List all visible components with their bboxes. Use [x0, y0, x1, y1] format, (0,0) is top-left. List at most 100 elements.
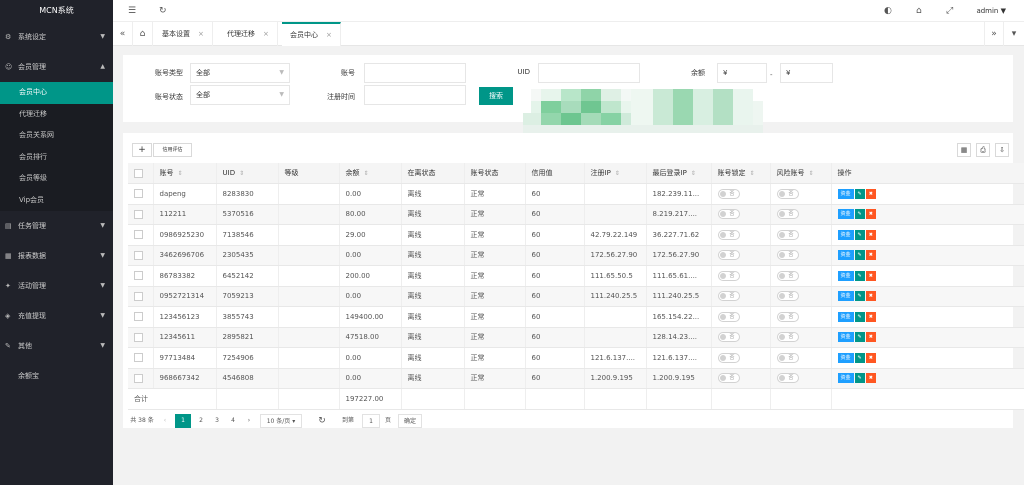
row-select-cell[interactable] [128, 347, 154, 369]
account-input[interactable] [364, 63, 466, 83]
edit-icon[interactable]: ✎ [854, 250, 865, 261]
sidebar-group-yuebao[interactable]: 余额宝 [0, 361, 113, 391]
row-checkbox[interactable] [134, 209, 143, 219]
print-icon[interactable]: ⎙ [976, 143, 990, 157]
reg-time-input[interactable] [364, 85, 466, 105]
risk-account-toggle[interactable]: 否 [776, 188, 799, 199]
edit-icon[interactable]: ✎ [854, 229, 865, 240]
select-all-checkbox[interactable] [134, 168, 143, 178]
balance-max-input[interactable]: ¥ [780, 63, 833, 83]
risk-account-toggle[interactable]: 否 [776, 250, 799, 261]
fullscreen-icon[interactable]: ⤢ [946, 0, 953, 22]
account-lock-toggle[interactable]: 否 [717, 332, 740, 343]
delete-icon[interactable]: ✖ [865, 373, 876, 384]
delete-icon[interactable]: ✖ [865, 229, 876, 240]
menu-toggle-icon[interactable]: ☰ [128, 0, 136, 22]
sort-icon[interactable]: ⇕ [364, 170, 369, 177]
close-icon[interactable]: × [326, 31, 332, 39]
column-header[interactable]: 账号锁定 ⇕ [711, 163, 771, 184]
user-menu[interactable]: admin ▼ [976, 0, 1006, 22]
risk-account-toggle[interactable]: 否 [776, 373, 799, 384]
sidebar-item-vip-member[interactable]: Vip会员 [0, 190, 113, 212]
sort-icon[interactable]: ⇕ [239, 170, 244, 177]
page-size-select[interactable]: 10 条/页 ▾ [260, 414, 302, 428]
row-select-cell[interactable] [128, 183, 154, 205]
risk-account-toggle[interactable]: 否 [776, 332, 799, 343]
fund-button[interactable]: 资金 [837, 209, 854, 220]
page-3[interactable]: 3 [210, 414, 224, 428]
account-type-select[interactable]: 全部 ▼ [190, 63, 290, 83]
row-select-cell[interactable] [128, 306, 154, 328]
credit-assessment-button[interactable]: 信用评估 [153, 143, 192, 157]
fund-button[interactable]: 资金 [837, 188, 854, 199]
delete-icon[interactable]: ✖ [865, 352, 876, 363]
delete-icon[interactable]: ✖ [865, 291, 876, 302]
sidebar-group-other[interactable]: ✎ 其他 ▼ [0, 331, 113, 361]
close-icon[interactable]: × [263, 30, 269, 38]
tabs-scroll-right-icon[interactable]: » [984, 22, 1004, 46]
edit-icon[interactable]: ✎ [854, 311, 865, 322]
sidebar-group-activities[interactable]: ✦ 活动管理 ▼ [0, 271, 113, 301]
row-checkbox[interactable] [134, 353, 143, 363]
delete-icon[interactable]: ✖ [865, 209, 876, 220]
fund-button[interactable]: 资金 [837, 250, 854, 261]
sidebar-group-tasks[interactable]: ▤ 任务管理 ▼ [0, 211, 113, 241]
theme-icon[interactable]: ◐ [884, 0, 892, 22]
risk-account-toggle[interactable]: 否 [776, 352, 799, 363]
row-select-cell[interactable] [128, 286, 154, 307]
sidebar-group-system[interactable]: ⚙ 系统设定 ▼ [0, 22, 113, 52]
row-select-cell[interactable] [128, 245, 154, 266]
page-1[interactable]: 1 [175, 414, 191, 428]
sidebar-item-member-center[interactable]: 会员中心 [0, 82, 113, 104]
fund-button[interactable]: 资金 [837, 229, 854, 240]
row-checkbox[interactable] [134, 230, 143, 240]
row-select-cell[interactable] [128, 327, 154, 348]
edit-icon[interactable]: ✎ [854, 291, 865, 302]
risk-account-toggle[interactable]: 否 [776, 291, 799, 302]
sort-icon[interactable]: ⇕ [178, 170, 183, 177]
column-header[interactable]: 注册IP ⇕ [584, 163, 647, 184]
page-4[interactable]: 4 [226, 414, 240, 428]
row-checkbox[interactable] [134, 332, 143, 342]
risk-account-toggle[interactable]: 否 [776, 209, 799, 220]
sort-icon[interactable]: ⇕ [750, 170, 755, 177]
sort-icon[interactable]: ⇕ [615, 170, 620, 177]
tab-agent-migration[interactable]: 代理迁移 × [219, 22, 278, 46]
select-all-cell[interactable] [128, 163, 154, 184]
account-lock-toggle[interactable]: 否 [717, 291, 740, 302]
edit-icon[interactable]: ✎ [854, 209, 865, 220]
row-checkbox[interactable] [134, 271, 143, 281]
account-lock-toggle[interactable]: 否 [717, 229, 740, 240]
delete-icon[interactable]: ✖ [865, 332, 876, 343]
delete-icon[interactable]: ✖ [865, 270, 876, 281]
edit-icon[interactable]: ✎ [854, 332, 865, 343]
account-lock-toggle[interactable]: 否 [717, 352, 740, 363]
refresh-icon[interactable]: ↻ [316, 414, 328, 428]
sidebar-group-reports[interactable]: ▦ 报表数据 ▼ [0, 241, 113, 271]
add-button[interactable]: + [132, 143, 152, 157]
column-header[interactable]: UID ⇕ [216, 163, 279, 184]
account-lock-toggle[interactable]: 否 [717, 373, 740, 384]
account-status-select[interactable]: 全部 ▼ [190, 85, 290, 105]
uid-input[interactable] [538, 63, 640, 83]
sort-icon[interactable]: ⇕ [691, 170, 696, 177]
search-button[interactable]: 搜索 [479, 87, 513, 105]
refresh-icon[interactable]: ↻ [159, 0, 167, 22]
account-lock-toggle[interactable]: 否 [717, 270, 740, 281]
edit-icon[interactable]: ✎ [854, 188, 865, 199]
account-lock-toggle[interactable]: 否 [717, 209, 740, 220]
sidebar-group-recharge[interactable]: ◈ 充值提现 ▼ [0, 301, 113, 331]
delete-icon[interactable]: ✖ [865, 188, 876, 199]
fund-button[interactable]: 资金 [837, 373, 854, 384]
fund-button[interactable]: 资金 [837, 311, 854, 322]
sidebar-item-agent-migration[interactable]: 代理迁移 [0, 104, 113, 126]
tab-member-center[interactable]: 会员中心 × [282, 22, 341, 46]
page-2[interactable]: 2 [194, 414, 208, 428]
row-checkbox[interactable] [134, 291, 143, 301]
goto-page-input[interactable]: 1 [362, 414, 380, 428]
fund-button[interactable]: 资金 [837, 291, 854, 302]
column-header[interactable]: 最后登录IP ⇕ [646, 163, 712, 184]
edit-icon[interactable]: ✎ [854, 373, 865, 384]
sidebar-item-member-ranking[interactable]: 会员排行 [0, 147, 113, 169]
sidebar-item-member-level[interactable]: 会员等级 [0, 168, 113, 190]
